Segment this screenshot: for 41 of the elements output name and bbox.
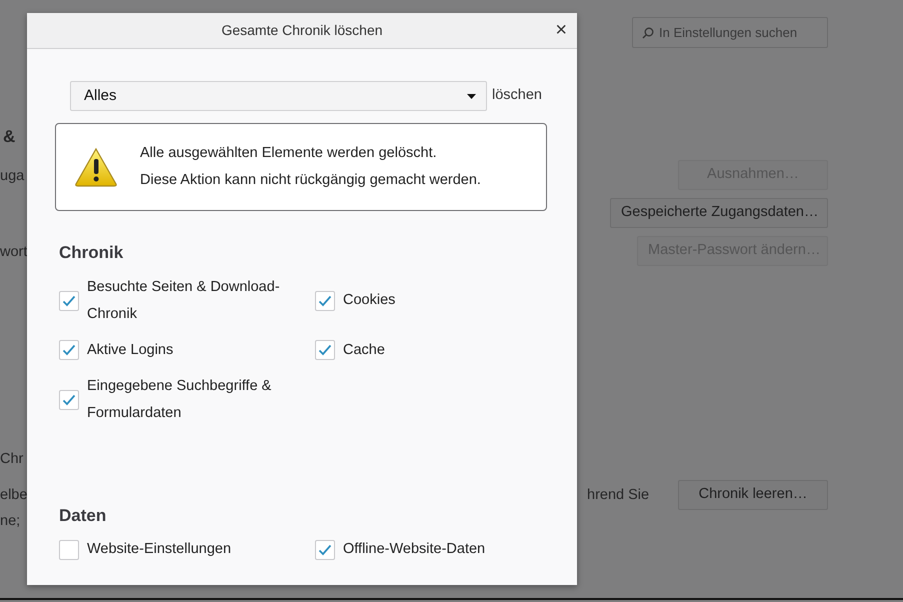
check-icon xyxy=(318,344,332,356)
checkbox[interactable] xyxy=(59,340,79,360)
label-text: wort xyxy=(0,243,28,262)
check-icon xyxy=(62,394,76,406)
checkbox[interactable] xyxy=(59,390,79,410)
section-heading: & xyxy=(3,126,16,148)
check-icon xyxy=(62,294,76,306)
close-button[interactable]: × xyxy=(551,18,571,42)
checkbox-label: Offline-Website-Daten xyxy=(343,540,486,559)
checkbox-label: Besuchte Seiten & Download-Chronik xyxy=(87,278,281,324)
search-field[interactable]: In Einstellungen suchen xyxy=(632,17,828,48)
check-icon xyxy=(318,544,332,556)
label-text: elbe xyxy=(0,486,28,505)
section-heading: Daten xyxy=(59,504,108,526)
checkbox-label: Aktive Logins xyxy=(87,340,174,360)
warning-text: Alle ausgewählten Elemente werden gelöscht. xyxy=(140,144,438,163)
label-text: Chr xyxy=(0,450,24,469)
check-icon xyxy=(318,294,332,306)
label-text: ne; xyxy=(0,512,20,531)
checkbox-label: Website-Einstellungen xyxy=(87,540,232,559)
section-heading: Chronik xyxy=(59,242,124,264)
range-label: löschen xyxy=(492,86,542,106)
warning-text: Diese Aktion kann nicht rückgängig gemacht werden. xyxy=(140,171,481,190)
checkbox[interactable] xyxy=(315,340,335,360)
time-range-dropdown[interactable]: Alles xyxy=(70,81,487,111)
settings-button[interactable]: Chronik leeren… xyxy=(678,480,828,510)
dialog-title: Gesamte Chronik löschen xyxy=(221,21,383,40)
check-icon xyxy=(62,344,76,356)
caret-icon xyxy=(467,94,476,98)
checkbox[interactable] xyxy=(59,540,79,560)
warning-icon xyxy=(74,147,118,187)
checkbox-label: Cookies xyxy=(343,291,396,310)
checkbox[interactable] xyxy=(315,540,335,560)
settings-button[interactable]: Gespeicherte Zugangsdaten… xyxy=(610,198,828,228)
checkbox[interactable] xyxy=(59,290,79,310)
checkbox[interactable] xyxy=(315,290,335,310)
checkbox-label: Eingegebene Suchbegriffe & Formulardaten xyxy=(87,376,272,422)
label-text: uga xyxy=(0,167,24,186)
checkbox-label: Cache xyxy=(343,340,386,360)
label-text: hrend Sie xyxy=(587,486,650,505)
search-icon xyxy=(642,27,654,39)
